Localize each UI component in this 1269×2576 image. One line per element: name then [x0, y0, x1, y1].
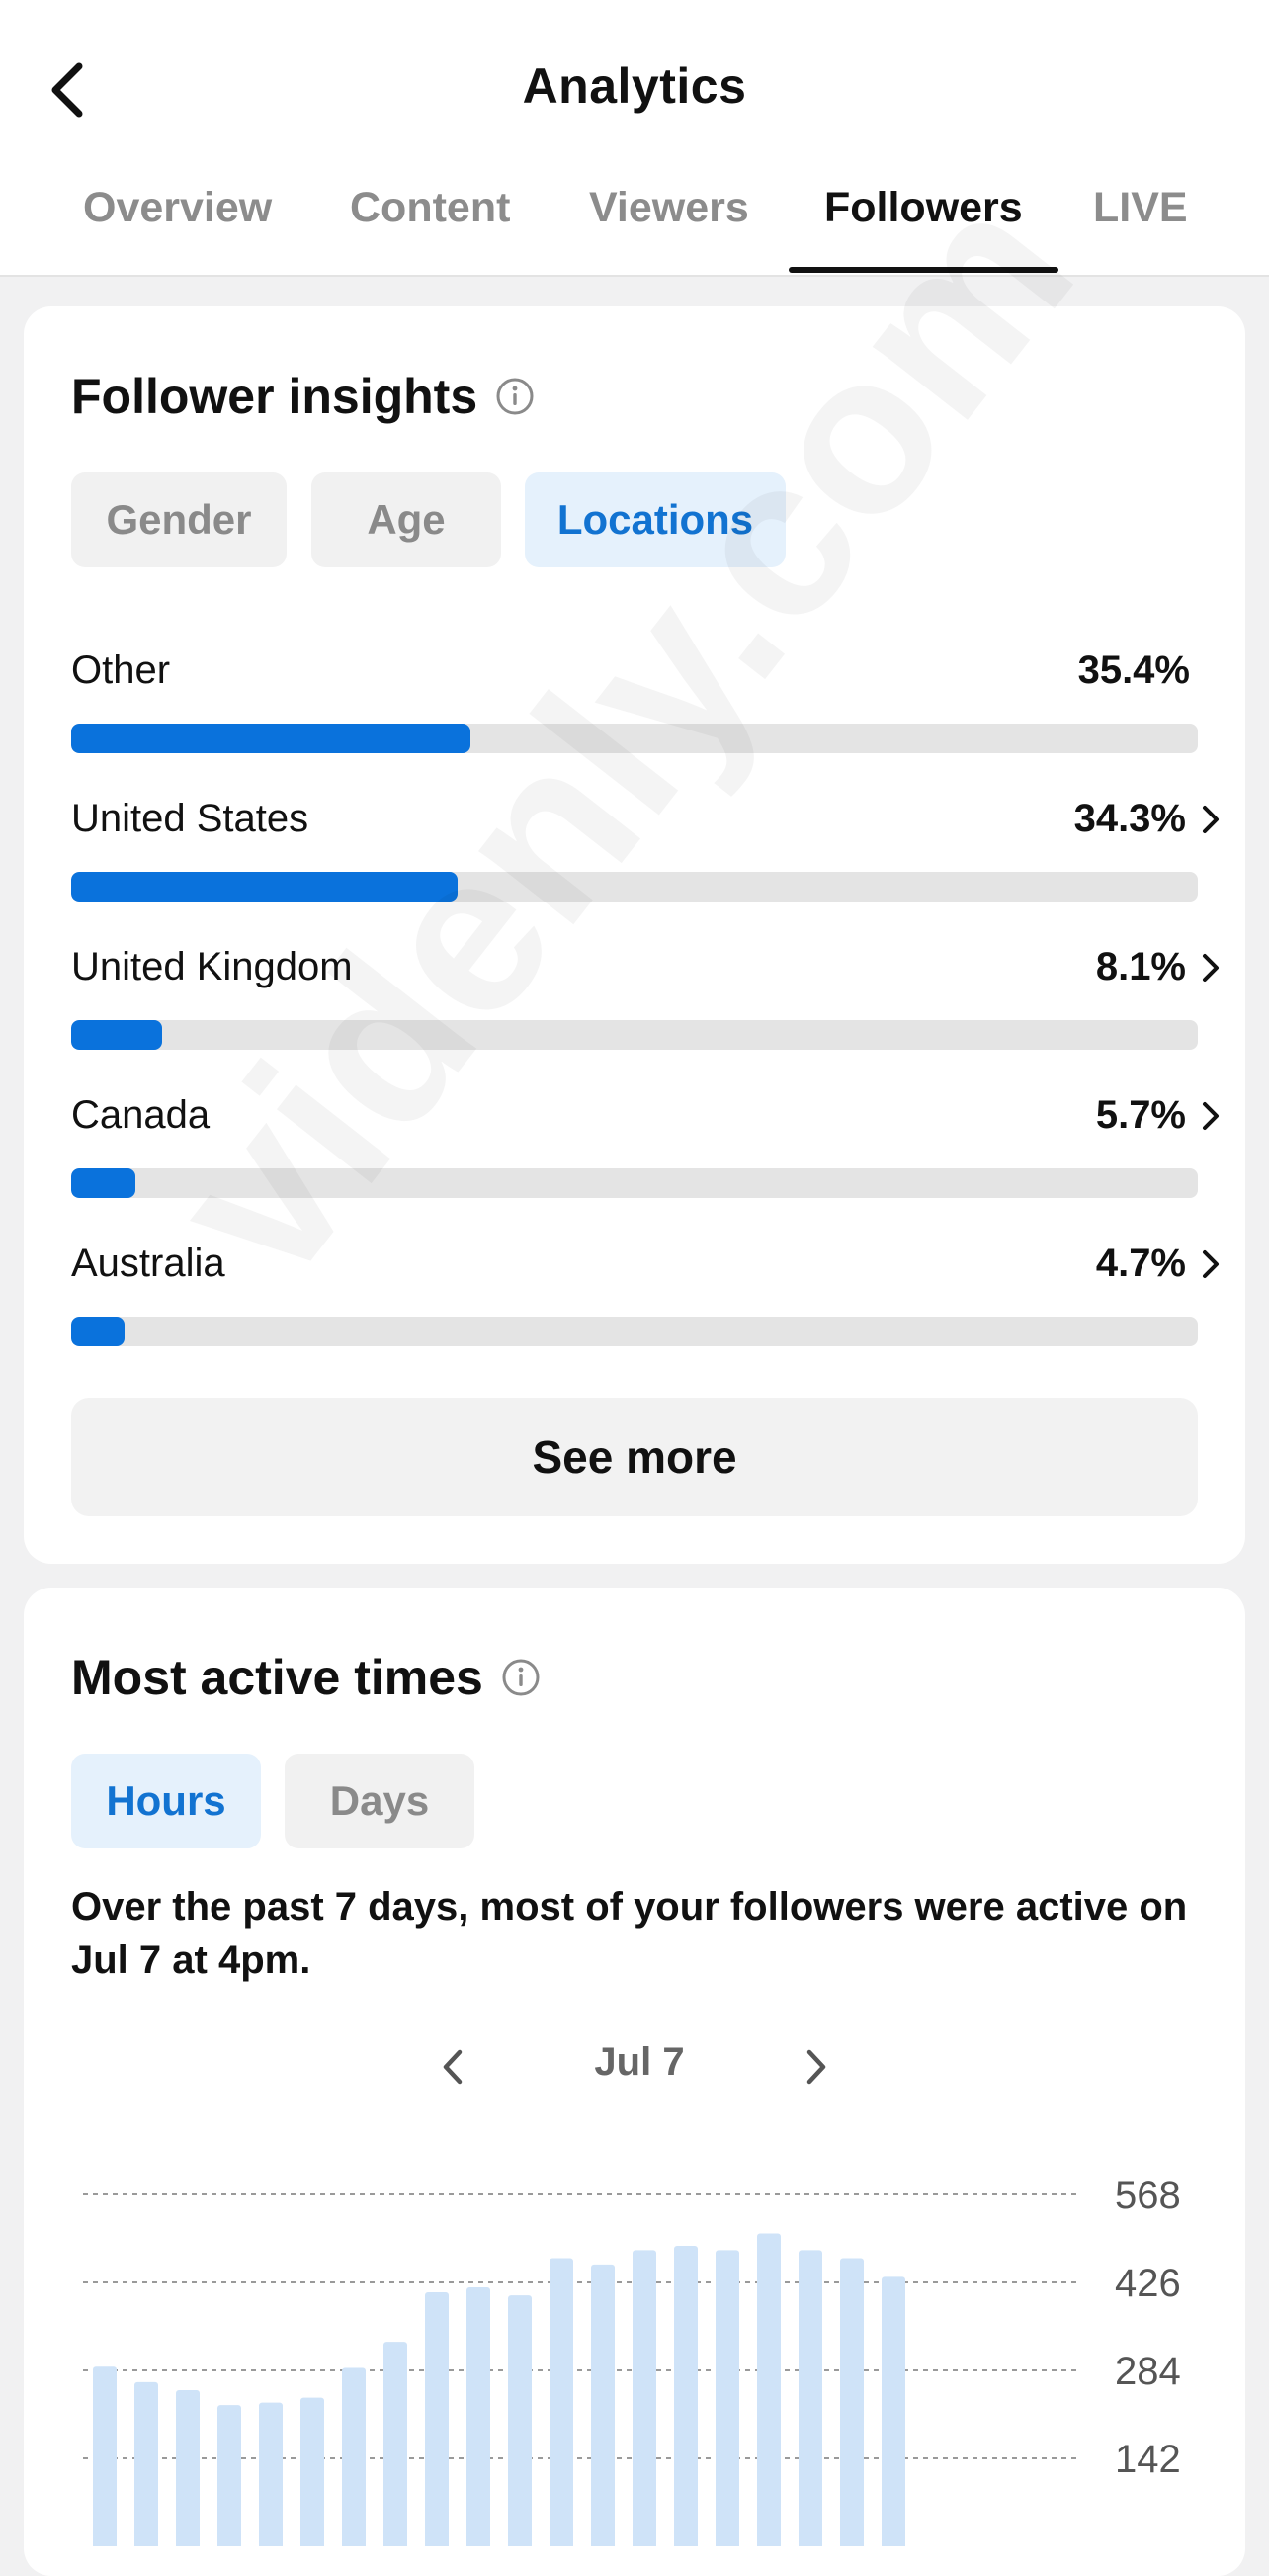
location-label: United States — [71, 797, 309, 840]
hourly-activity-chart: 568 426 284 142 — [83, 2174, 1181, 2546]
chart-y-tick-label: 142 — [1115, 2438, 1181, 2481]
tab-overview[interactable]: Overview — [83, 184, 272, 273]
location-percent-text: 5.7% — [1095, 1093, 1186, 1137]
chart-bar — [176, 2390, 200, 2546]
chart-bar — [466, 2287, 490, 2546]
info-icon[interactable] — [495, 377, 535, 416]
chevron-right-icon — [1200, 1100, 1222, 1132]
chart-bar — [757, 2233, 781, 2546]
location-percent: 5.7% — [1096, 1093, 1222, 1138]
most-active-heading: Most active times — [71, 1649, 541, 1706]
chart-bar — [425, 2292, 449, 2546]
location-row-united-states[interactable]: United States 34.3% — [71, 797, 1222, 905]
tab-live[interactable]: LIVE — [1093, 184, 1188, 273]
chevron-right-icon — [1200, 804, 1222, 835]
location-percent: 35.4% — [1078, 648, 1190, 693]
chart-bar — [342, 2367, 366, 2546]
location-bar-track — [71, 724, 1198, 753]
chart-bar — [591, 2264, 615, 2546]
chart-bar — [799, 2250, 822, 2546]
chevron-right-icon — [1200, 952, 1222, 984]
location-row-other: Other 35.4% — [71, 648, 1222, 757]
location-label: Other — [71, 648, 171, 692]
chart-bar — [134, 2381, 158, 2546]
chart-y-tick-label: 426 — [1115, 2262, 1181, 2305]
follower-insights-title: Follower insights — [71, 369, 478, 424]
chevron-right-icon — [1200, 1248, 1222, 1280]
location-percent-text: 8.1% — [1095, 945, 1186, 988]
chart-bar — [300, 2397, 324, 2546]
see-more-button[interactable]: See more — [71, 1398, 1198, 1516]
location-row-united-kingdom[interactable]: United Kingdom 8.1% — [71, 945, 1222, 1054]
chart-bar — [383, 2342, 407, 2546]
page-title: Analytics — [522, 58, 747, 114]
location-label: Canada — [71, 1093, 211, 1137]
location-percent: 34.3% — [1074, 797, 1222, 841]
location-bar-track — [71, 1020, 1198, 1050]
tab-bar: Overview Content Viewers Followers LIVE — [0, 184, 1269, 273]
tab-viewers[interactable]: Viewers — [589, 184, 749, 273]
location-label: Australia — [71, 1242, 225, 1285]
follower-insights-card: Follower insights Gender Age Locations O… — [24, 306, 1245, 1564]
chart-bar — [674, 2246, 698, 2546]
filter-days-chip[interactable]: Days — [285, 1754, 474, 1848]
app-header: Analytics Overview Content Viewers Follo… — [0, 0, 1269, 277]
most-active-title: Most active times — [71, 1650, 483, 1705]
location-bar-fill — [71, 872, 459, 902]
location-percent: 4.7% — [1096, 1242, 1222, 1286]
location-bar-track — [71, 1317, 1198, 1346]
most-active-summary: Over the past 7 days, most of your follo… — [71, 1885, 1188, 1982]
most-active-times-card: Most active times Hours Days Over the pa… — [24, 1588, 1245, 2576]
chart-bar — [882, 2276, 905, 2546]
chart-y-tick-label: 284 — [1115, 2350, 1181, 2393]
chart-bar — [716, 2250, 739, 2546]
tab-followers[interactable]: Followers — [789, 184, 1058, 273]
chart-bar — [508, 2295, 532, 2546]
chart-bar — [217, 2405, 241, 2546]
chart-bar — [93, 2366, 117, 2546]
filter-hours-chip[interactable]: Hours — [71, 1754, 261, 1848]
location-bar-fill — [71, 1020, 163, 1050]
location-percent-text: 34.3% — [1073, 797, 1186, 840]
chevron-right-icon — [806, 2049, 826, 2085]
location-percent-text: 35.4% — [1077, 648, 1190, 692]
location-bar-fill — [71, 1168, 135, 1198]
location-percent: 8.1% — [1096, 945, 1222, 989]
filter-gender-chip[interactable]: Gender — [71, 472, 287, 567]
location-row-australia[interactable]: Australia 4.7% — [71, 1242, 1222, 1350]
filter-locations-chip[interactable]: Locations — [525, 472, 786, 567]
chart-bar — [633, 2250, 656, 2546]
chart-bar — [550, 2258, 573, 2546]
location-bar-fill — [71, 724, 470, 753]
location-bar-track — [71, 872, 1198, 902]
date-navigator: Jul 7 — [24, 2032, 1245, 2102]
location-row-canada[interactable]: Canada 5.7% — [71, 1093, 1222, 1202]
location-bar-track — [71, 1168, 1198, 1198]
chart-y-tick-label: 568 — [1115, 2174, 1181, 2217]
next-date-button[interactable] — [793, 2042, 840, 2092]
info-icon[interactable] — [501, 1658, 541, 1697]
filter-age-chip[interactable]: Age — [311, 472, 501, 567]
location-bar-fill — [71, 1317, 125, 1346]
follower-insights-heading: Follower insights — [71, 368, 535, 425]
tab-content[interactable]: Content — [350, 184, 510, 273]
chart-bar — [259, 2402, 283, 2546]
date-label: Jul 7 — [594, 2040, 685, 2084]
location-label: United Kingdom — [71, 945, 353, 988]
chart-bar — [840, 2258, 864, 2546]
location-percent-text: 4.7% — [1095, 1242, 1186, 1285]
